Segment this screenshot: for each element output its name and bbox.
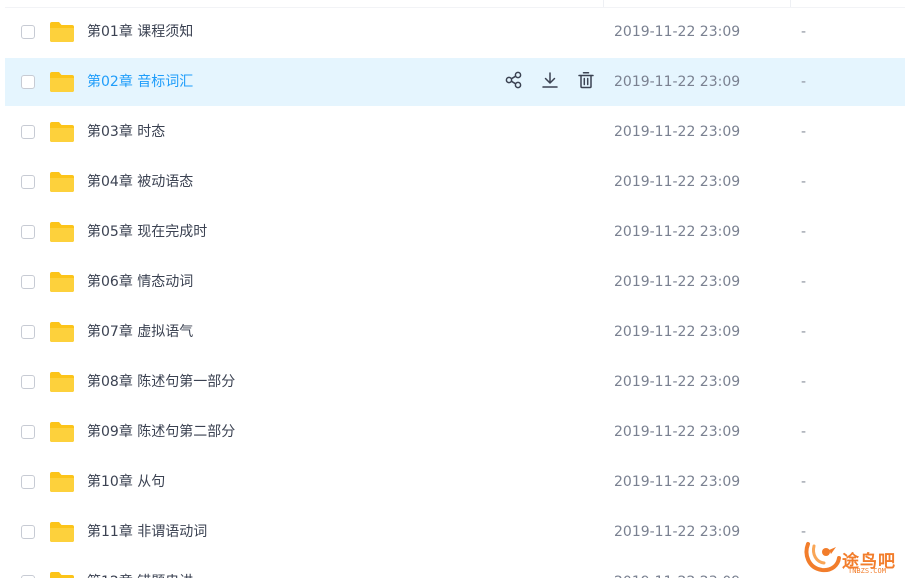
folder-icon: [49, 471, 75, 493]
folder-icon: [49, 171, 75, 193]
modified-date: 2019-11-22 23:09: [614, 558, 740, 578]
folder-name-link[interactable]: 第01章 课程须知: [87, 8, 193, 56]
row-checkbox[interactable]: [21, 375, 35, 389]
folder-name-link[interactable]: 第02章 音标词汇: [87, 58, 193, 106]
share-icon: [505, 71, 523, 93]
file-row[interactable]: 第06章 情态动词 2019-11-22 23:09 -: [5, 258, 905, 306]
file-row[interactable]: 第03章 时态 2019-11-22 23:09 -: [5, 108, 905, 156]
modified-date: 2019-11-22 23:09: [614, 474, 741, 490]
file-row[interactable]: 第07章 虚拟语气 2019-11-22 23:09 -: [5, 308, 905, 356]
folder-name-link[interactable]: 第11章 非谓语动词: [87, 508, 207, 556]
file-size: -: [801, 24, 807, 40]
row-checkbox[interactable]: [21, 175, 35, 189]
folder-icon: [49, 421, 75, 443]
folder-name-link[interactable]: 第09章 陈述句第二部分: [87, 408, 235, 456]
download-icon: [541, 71, 559, 93]
folder-icon: [49, 21, 75, 43]
folder-name-link[interactable]: 第12章 错题串讲: [87, 558, 193, 578]
file-size: -: [801, 324, 807, 340]
file-size: -: [801, 374, 807, 390]
file-row[interactable]: 第08章 陈述句第一部分 2019-11-22 23:09 -: [5, 358, 905, 406]
folder-icon: [49, 521, 75, 543]
modified-date: 2019-11-22 23:09: [614, 124, 741, 140]
delete-button[interactable]: [575, 70, 597, 94]
folder-icon: [49, 221, 75, 243]
column-divider: [603, 0, 604, 7]
folder-name-link[interactable]: 第05章 现在完成时: [87, 208, 207, 256]
file-row[interactable]: 第01章 课程须知 2019-11-22 23:09 -: [5, 8, 905, 56]
folder-name-link[interactable]: 第04章 被动语态: [87, 158, 193, 206]
watermark: 途鸟吧 TNBZS.COM: [802, 536, 905, 578]
file-size: -: [801, 424, 807, 440]
row-actions: [503, 70, 597, 94]
row-checkbox[interactable]: [21, 75, 35, 89]
file-row[interactable]: 第04章 被动语态 2019-11-22 23:09 -: [5, 158, 905, 206]
modified-date: 2019-11-22 23:09: [614, 74, 741, 90]
file-size: -: [801, 274, 807, 290]
modified-date: 2019-11-22 23:09: [614, 224, 741, 240]
row-checkbox[interactable]: [21, 225, 35, 239]
folder-name-link[interactable]: 第06章 情态动词: [87, 258, 193, 306]
modified-date: 2019-11-22 23:09: [614, 24, 741, 40]
file-size: -: [801, 124, 807, 140]
download-button[interactable]: [539, 70, 561, 94]
modified-date: 2019-11-22 23:09: [614, 374, 741, 390]
share-button[interactable]: [503, 70, 525, 94]
folder-icon: [49, 321, 75, 343]
file-row[interactable]: 第05章 现在完成时 2019-11-22 23:09 -: [5, 208, 905, 256]
file-size: -: [801, 174, 807, 190]
row-checkbox[interactable]: [21, 525, 35, 539]
folder-icon: [49, 271, 75, 293]
modified-date: 2019-11-22 23:09: [614, 274, 741, 290]
file-size: -: [801, 224, 807, 240]
row-checkbox[interactable]: [21, 475, 35, 489]
row-checkbox[interactable]: [21, 125, 35, 139]
watermark-logo-icon: [804, 542, 841, 573]
folder-icon: [49, 571, 75, 578]
row-checkbox[interactable]: [21, 275, 35, 289]
folder-icon: [49, 71, 75, 93]
file-row[interactable]: 第02章 音标词汇 2019-11-22 23:09 -: [5, 58, 905, 106]
file-row[interactable]: 第12章 错题串讲2019-11-22 23:09-: [5, 558, 905, 578]
folder-name-link[interactable]: 第08章 陈述句第一部分: [87, 358, 235, 406]
row-checkbox[interactable]: [21, 25, 35, 39]
modified-date: 2019-11-22 23:09: [614, 174, 741, 190]
folder-icon: [49, 121, 75, 143]
folder-name-link[interactable]: 第03章 时态: [87, 108, 165, 156]
folder-name-link[interactable]: 第07章 虚拟语气: [87, 308, 193, 356]
file-list: 第01章 课程须知 2019-11-22 23:09 - 第02章 音标词汇 2019-…: [0, 0, 905, 578]
folder-icon: [49, 371, 75, 393]
delete-icon: [577, 71, 595, 93]
row-checkbox[interactable]: [21, 325, 35, 339]
file-size: -: [801, 74, 807, 90]
modified-date: 2019-11-22 23:09: [614, 424, 741, 440]
folder-name-link[interactable]: 第10章 从句: [87, 458, 165, 506]
file-row[interactable]: 第10章 从句 2019-11-22 23:09 -: [5, 458, 905, 506]
column-divider: [790, 0, 791, 7]
modified-date: 2019-11-22 23:09: [614, 324, 741, 340]
row-checkbox[interactable]: [21, 425, 35, 439]
watermark-domain: TNBZS.COM: [848, 567, 886, 575]
modified-date: 2019-11-22 23:09: [614, 524, 741, 540]
file-row[interactable]: 第11章 非谓语动词 2019-11-22 23:09-: [5, 508, 905, 556]
file-row[interactable]: 第09章 陈述句第二部分 2019-11-22 23:09 -: [5, 408, 905, 456]
file-size: -: [801, 474, 807, 490]
